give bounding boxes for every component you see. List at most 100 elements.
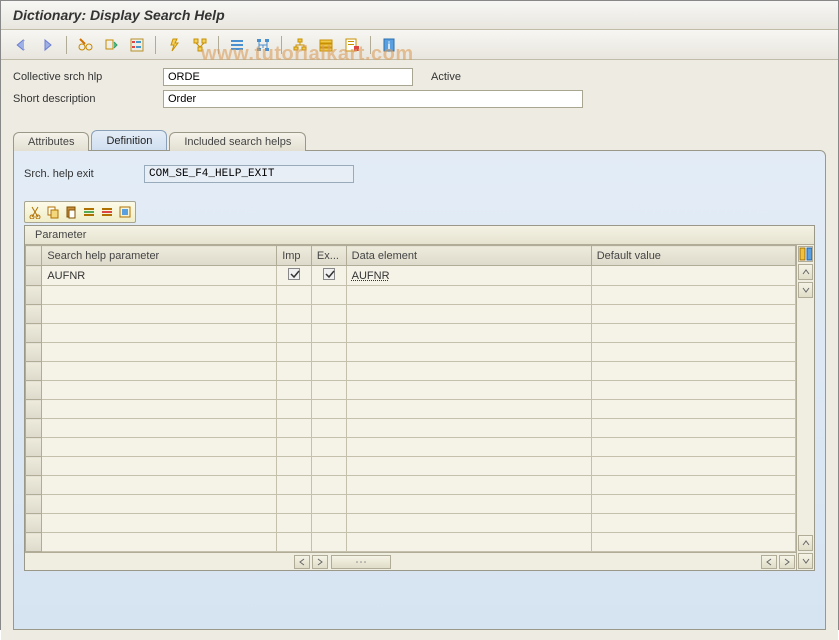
cell-imp[interactable]	[277, 476, 312, 495]
table-row[interactable]	[26, 438, 796, 457]
paste-button[interactable]	[62, 203, 80, 221]
cell-imp[interactable]	[277, 514, 312, 533]
check-button[interactable]	[126, 34, 148, 56]
cell-exp[interactable]	[311, 533, 346, 552]
cell-param[interactable]: AUFNR	[42, 266, 277, 286]
cell-exp[interactable]	[311, 457, 346, 476]
cell-imp[interactable]	[277, 438, 312, 457]
table-row[interactable]	[26, 533, 796, 552]
cell-param[interactable]	[42, 324, 277, 343]
cell-data-element[interactable]	[346, 495, 591, 514]
cell-param[interactable]	[42, 343, 277, 362]
table-row[interactable]	[26, 362, 796, 381]
table-row[interactable]	[26, 457, 796, 476]
row-selector[interactable]	[26, 343, 42, 362]
cell-imp[interactable]	[277, 305, 312, 324]
horizontal-scrollbar[interactable]	[25, 552, 796, 570]
vertical-scrollbar[interactable]	[796, 245, 814, 570]
cell-param[interactable]	[42, 400, 277, 419]
cell-default-value[interactable]	[591, 362, 795, 381]
cell-imp[interactable]	[277, 362, 312, 381]
cell-exp[interactable]	[311, 286, 346, 305]
other-object-button[interactable]	[100, 34, 122, 56]
documentation-button[interactable]: i	[378, 34, 400, 56]
table-row[interactable]	[26, 495, 796, 514]
activate-button[interactable]	[163, 34, 185, 56]
scroll-up-button[interactable]	[798, 264, 813, 280]
cell-default-value[interactable]	[591, 495, 795, 514]
cell-exp[interactable]	[311, 343, 346, 362]
copy-button[interactable]	[44, 203, 62, 221]
row-selector[interactable]	[26, 533, 42, 552]
scroll-left-button[interactable]	[294, 555, 310, 569]
cell-data-element[interactable]	[346, 514, 591, 533]
insert-row-button[interactable]	[80, 203, 98, 221]
cell-default-value[interactable]	[591, 438, 795, 457]
cut-button[interactable]	[26, 203, 44, 221]
hierarchy-button[interactable]	[289, 34, 311, 56]
cell-data-element[interactable]	[346, 381, 591, 400]
row-selector[interactable]	[26, 438, 42, 457]
display-change-button[interactable]	[74, 34, 96, 56]
cell-default-value[interactable]	[591, 514, 795, 533]
cell-param[interactable]	[42, 495, 277, 514]
row-selector[interactable]	[26, 514, 42, 533]
cell-data-element[interactable]	[346, 419, 591, 438]
table-row[interactable]: AUFNR AUFNR	[26, 266, 796, 286]
row-selector[interactable]	[26, 305, 42, 324]
cell-imp[interactable]	[277, 343, 312, 362]
cell-exp[interactable]	[311, 362, 346, 381]
table-row[interactable]	[26, 381, 796, 400]
append-button[interactable]	[341, 34, 363, 56]
cell-default-value[interactable]	[591, 476, 795, 495]
cell-default-value[interactable]	[591, 457, 795, 476]
cell-data-element[interactable]	[346, 305, 591, 324]
col-data-element[interactable]: Data element	[346, 246, 591, 266]
select-all-button[interactable]	[116, 203, 134, 221]
delete-row-button[interactable]	[98, 203, 116, 221]
cell-default-value[interactable]	[591, 419, 795, 438]
table-row[interactable]	[26, 286, 796, 305]
scroll-left-end-button[interactable]	[761, 555, 777, 569]
cell-data-element[interactable]	[346, 533, 591, 552]
table-row[interactable]	[26, 476, 796, 495]
collective-srch-hlp-field[interactable]	[163, 68, 413, 86]
col-search-help-parameter[interactable]: Search help parameter	[42, 246, 277, 266]
cell-param[interactable]	[42, 305, 277, 324]
technical-settings-button[interactable]	[315, 34, 337, 56]
cell-imp[interactable]	[277, 533, 312, 552]
table-settings-button[interactable]	[798, 246, 813, 262]
cell-data-element[interactable]	[346, 438, 591, 457]
tab-definition[interactable]: Definition	[91, 130, 167, 150]
cell-default-value[interactable]	[591, 266, 795, 286]
cell-param[interactable]	[42, 476, 277, 495]
cell-data-element[interactable]	[346, 286, 591, 305]
row-selector[interactable]	[26, 400, 42, 419]
row-selector[interactable]	[26, 457, 42, 476]
cell-exp[interactable]	[311, 476, 346, 495]
row-selector[interactable]	[26, 324, 42, 343]
object-directory-button[interactable]	[252, 34, 274, 56]
scroll-down-button[interactable]	[798, 282, 813, 298]
table-row[interactable]	[26, 324, 796, 343]
cell-exp[interactable]	[311, 381, 346, 400]
table-row[interactable]	[26, 419, 796, 438]
cell-default-value[interactable]	[591, 305, 795, 324]
scroll-right-button[interactable]	[312, 555, 328, 569]
cell-data-element[interactable]	[346, 457, 591, 476]
cell-param[interactable]	[42, 533, 277, 552]
cell-default-value[interactable]	[591, 381, 795, 400]
cell-exp[interactable]	[311, 419, 346, 438]
cell-imp[interactable]	[277, 400, 312, 419]
scroll-up-end-button[interactable]	[798, 535, 813, 551]
display-list-button[interactable]	[226, 34, 248, 56]
cell-data-element[interactable]	[346, 476, 591, 495]
cell-exp[interactable]	[311, 324, 346, 343]
cell-default-value[interactable]	[591, 400, 795, 419]
row-selector[interactable]	[26, 419, 42, 438]
cell-default-value[interactable]	[591, 324, 795, 343]
row-selector[interactable]	[26, 495, 42, 514]
cell-data-element[interactable]: AUFNR	[346, 266, 591, 286]
cell-data-element[interactable]	[346, 400, 591, 419]
col-imp[interactable]: Imp	[277, 246, 312, 266]
